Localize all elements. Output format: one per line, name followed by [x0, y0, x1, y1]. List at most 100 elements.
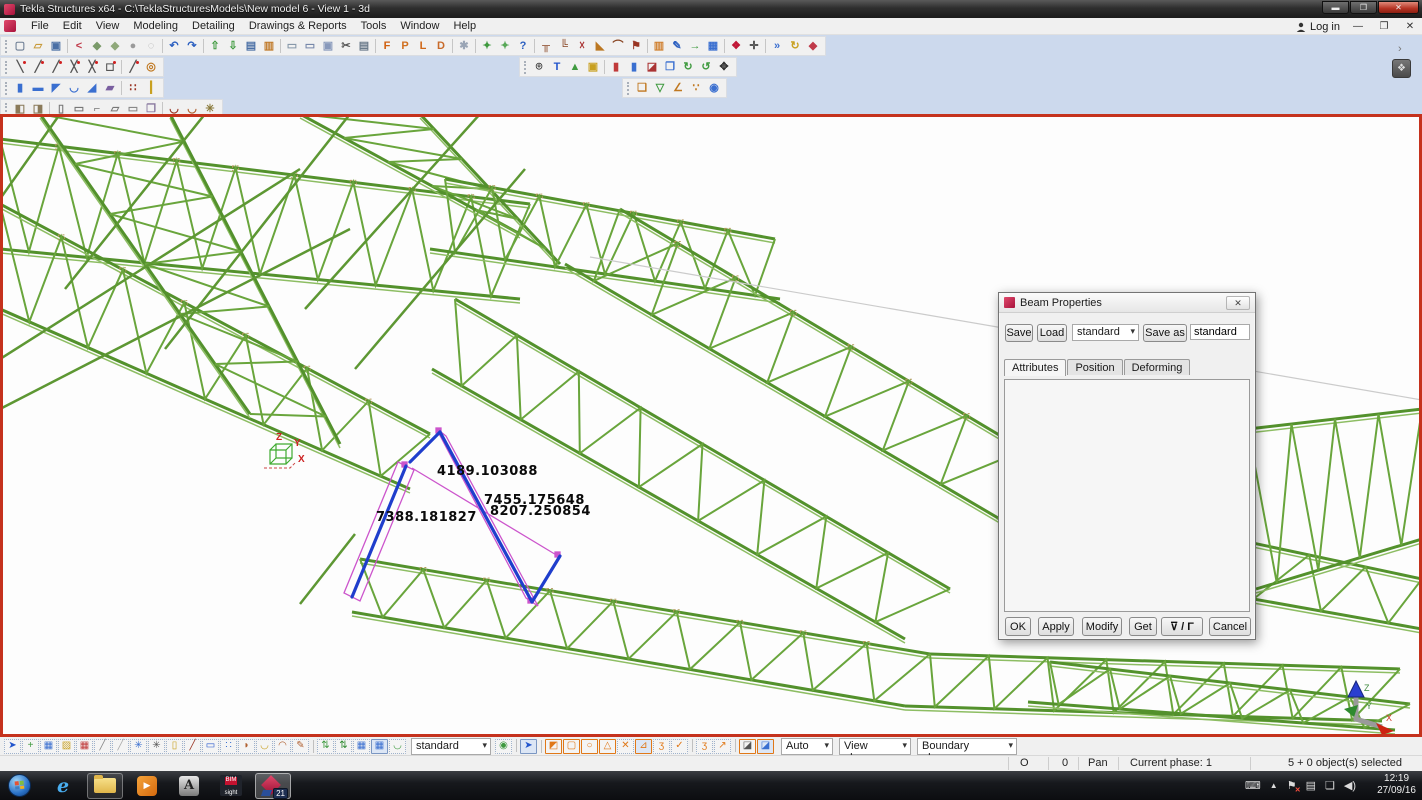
keyboard-tray-icon[interactable]: ⌨	[1245, 779, 1261, 792]
component-catalog-icon[interactable]: ▦	[704, 38, 722, 54]
flag-icon[interactable]: ⚑	[627, 38, 645, 54]
select-reinforcement-icon[interactable]: ◡	[389, 739, 406, 754]
save-model-icon[interactable]: ▣	[47, 38, 65, 54]
resize-view-icon[interactable]: ✥	[715, 59, 733, 75]
login-button[interactable]: Log in	[1296, 21, 1340, 33]
window-titlebar[interactable]: Tekla Structures x64 - C:\TeklaStructure…	[0, 0, 1422, 18]
publish-web-icon[interactable]: ▥	[260, 38, 278, 54]
snap-perpendicular-points-icon[interactable]: ⊿	[635, 739, 652, 754]
select-paint-icon[interactable]: ✎	[292, 739, 309, 754]
protect-model-icon[interactable]: ◆	[106, 38, 124, 54]
snap-origin-icon[interactable]: ◎	[142, 59, 160, 75]
redo-icon[interactable]: ↷	[183, 38, 201, 54]
start-button[interactable]	[8, 774, 31, 797]
menu-file[interactable]: File	[24, 19, 56, 33]
refresh-window-icon[interactable]: ↻	[786, 38, 804, 54]
dialog-titlebar[interactable]: Beam Properties ✕	[999, 293, 1255, 313]
copy-icon[interactable]: ▤	[355, 38, 373, 54]
snap-intersection-icon[interactable]: ╳	[65, 59, 83, 75]
favorites-icon[interactable]: ◆	[804, 38, 822, 54]
select-distances-icon[interactable]: ◠	[274, 739, 291, 754]
undo-icon[interactable]: ↶	[165, 38, 183, 54]
select-surfaces-icon[interactable]: ▨	[58, 739, 75, 754]
measure-tool-icon[interactable]: ✦	[496, 38, 514, 54]
create-load-icon[interactable]: L	[414, 38, 432, 54]
dimension-icon[interactable]: ◣	[591, 38, 609, 54]
binoculars-icon[interactable]: ⌾	[530, 59, 548, 75]
tray-expand-icon[interactable]: ▲	[1270, 781, 1278, 790]
create-curved-beam-icon[interactable]: ◡	[65, 80, 83, 96]
create-grid-icon[interactable]: ╥	[537, 38, 555, 54]
select-points-icon[interactable]: ▦	[76, 739, 93, 754]
select-assemblies-icon[interactable]: ⇅	[317, 739, 334, 754]
overflow-chevron-icon[interactable]: »	[768, 38, 786, 54]
tab-position[interactable]: Position	[1067, 359, 1122, 375]
menu-help[interactable]: Help	[446, 19, 483, 33]
snap-points-icon[interactable]: ╱	[29, 59, 47, 75]
screenshot-icon[interactable]: ▣	[584, 59, 602, 75]
taskbar-tekla-structures[interactable]: 21	[255, 773, 291, 799]
view-list-icon[interactable]: ▭	[301, 38, 319, 54]
view-plane-dropdown[interactable]: View plane	[839, 738, 911, 755]
save-button[interactable]: Save	[1005, 324, 1033, 342]
drag-and-drop-icon[interactable]: ➤	[520, 739, 537, 754]
mdi-maximize-button[interactable]: ❐	[1376, 21, 1392, 32]
toolbar-expander-chevron[interactable]: ›	[1398, 43, 1402, 55]
modify-button[interactable]: Modify	[1082, 617, 1122, 636]
selection-filter-icon[interactable]: ◉	[495, 739, 512, 754]
new-model-icon[interactable]: ▢	[11, 38, 29, 54]
snap-extension-icon[interactable]: ◻	[101, 59, 119, 75]
sync-model-icon[interactable]: ◌	[142, 38, 160, 54]
taskbar-bimsight[interactable]: BIM sight	[213, 773, 249, 799]
select-rebar-group-icon[interactable]: ∷	[220, 739, 237, 754]
freehand-snap-icon[interactable]: ∵	[687, 80, 705, 96]
action-center-flag-icon[interactable]: ⚑	[1287, 779, 1297, 792]
create-drawing-icon[interactable]: D	[432, 38, 450, 54]
boundary-planes-dropdown[interactable]: Boundary planes	[917, 738, 1017, 755]
save-as-button[interactable]: Save as	[1143, 324, 1187, 342]
select-components-switch-icon[interactable]: ▦	[353, 739, 370, 754]
snap-any-position-icon[interactable]: △	[599, 739, 616, 754]
edit-properties-icon[interactable]: ✎	[668, 38, 686, 54]
select-objects-in-components-icon[interactable]: ▦	[371, 739, 388, 754]
apply-button[interactable]: Apply	[1038, 617, 1074, 636]
modify-grid-icon[interactable]: ╚	[555, 38, 573, 54]
snap-perpendicular-icon[interactable]: ╳	[83, 59, 101, 75]
snap-geometry-lines-icon[interactable]: ▢	[563, 739, 580, 754]
snap-reference-lines-icon[interactable]: ◩	[545, 739, 562, 754]
auto-depth-dropdown[interactable]: Auto	[781, 738, 833, 755]
cut-icon[interactable]: ✂	[337, 38, 355, 54]
spin-view-icon[interactable]: ↺	[697, 59, 715, 75]
menu-tools[interactable]: Tools	[354, 19, 394, 33]
tab-deforming[interactable]: Deforming	[1124, 359, 1191, 375]
open-model-icon[interactable]: ▱	[29, 38, 47, 54]
select-welds-icon[interactable]: ✳	[130, 739, 147, 754]
os-maximize-button[interactable]: ❐	[1350, 1, 1377, 14]
mdi-close-button[interactable]: ✕	[1402, 21, 1418, 32]
create-column-icon[interactable]: ▮	[11, 80, 29, 96]
selection-filter-dropdown[interactable]: standard	[411, 738, 491, 755]
create-drawing-view-icon[interactable]: ❏	[633, 80, 651, 96]
fit-work-area-icon[interactable]: ▽	[651, 80, 669, 96]
create-part-icon[interactable]: P	[396, 38, 414, 54]
plane-type-icon[interactable]: ◪	[739, 739, 756, 754]
select-cuts-icon[interactable]: ✳	[148, 739, 165, 754]
snap-depth-icon[interactable]: ʒ	[653, 739, 670, 754]
os-close-button[interactable]: ✕	[1378, 1, 1419, 14]
network-tray-icon[interactable]: ❏	[1325, 779, 1335, 792]
toggle-checkboxes-button[interactable]: ⊽ / Γ	[1161, 617, 1203, 636]
create-view-icon[interactable]: ▮	[607, 59, 625, 75]
create-weld-icon[interactable]: ┃	[142, 80, 160, 96]
print-icon[interactable]: ▤	[242, 38, 260, 54]
import-model-icon[interactable]: ⇧	[206, 38, 224, 54]
select-bolts-icon[interactable]: ╱	[184, 739, 201, 754]
menu-edit[interactable]: Edit	[56, 19, 89, 33]
help-icon[interactable]: ?	[514, 38, 532, 54]
select-components-icon[interactable]: +	[22, 739, 39, 754]
select-single-rebar-icon[interactable]: ▭	[202, 739, 219, 754]
rotate-view-icon[interactable]: ↻	[679, 59, 697, 75]
create-bolts-icon[interactable]: ∷	[124, 80, 142, 96]
export-model-icon[interactable]: ⇩	[224, 38, 242, 54]
taskbar-file-explorer[interactable]	[87, 773, 123, 799]
user-session-icon[interactable]: ●	[124, 38, 142, 54]
